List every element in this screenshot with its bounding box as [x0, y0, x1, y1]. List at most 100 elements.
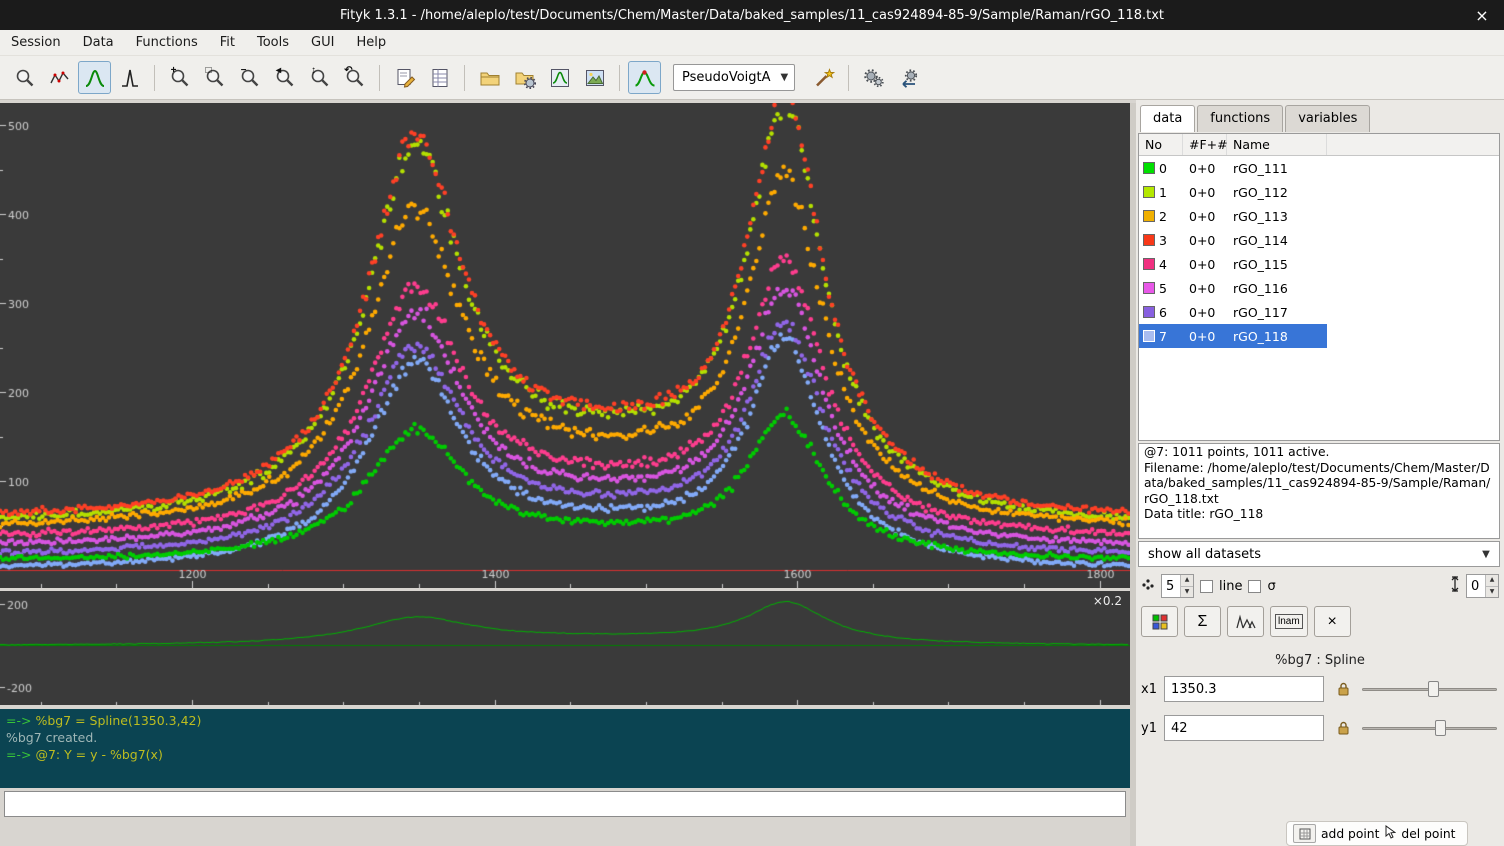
folder-gear-icon [514, 67, 536, 89]
session-log-button[interactable] [423, 61, 456, 94]
aux-scale-label: ×0.2 [1093, 594, 1122, 608]
zoom-out-button[interactable]: − [233, 61, 266, 94]
lock-icon[interactable] [1331, 716, 1355, 740]
plot-hint-bar: add point del point [1286, 821, 1468, 846]
sigma-checkbox[interactable] [1248, 580, 1261, 593]
line-checkbox[interactable] [1200, 580, 1213, 593]
zoom-vertical-button[interactable]: ↕ [303, 61, 336, 94]
point-size-spinner[interactable]: ▲▼ [1161, 574, 1194, 598]
open-file-button[interactable] [473, 61, 506, 94]
menu-session[interactable]: Session [0, 30, 72, 55]
function-panel-title: %bg7 : Spline [1136, 653, 1504, 668]
dataset-number: 5 [1159, 281, 1167, 296]
dataset-color-swatch[interactable] [1143, 306, 1155, 318]
session-script-button[interactable] [388, 61, 421, 94]
show-names-button[interactable]: lnam [1270, 606, 1308, 637]
dataset-row-rGO_118[interactable]: 70+0rGO_118 [1139, 324, 1499, 348]
zoom-in-button[interactable]: + [163, 61, 196, 94]
zoom-mode-button[interactable] [8, 61, 41, 94]
execute-script-button[interactable] [508, 61, 541, 94]
dataset-color-swatch[interactable] [1143, 282, 1155, 294]
param-y1-slider[interactable] [1362, 719, 1499, 737]
shift-input[interactable] [1467, 575, 1485, 597]
zoom-box-button[interactable]: □ [198, 61, 231, 94]
run-fit-button[interactable] [857, 61, 890, 94]
menu-fit[interactable]: Fit [209, 30, 246, 55]
zoom-left-button[interactable]: ◂ [268, 61, 301, 94]
dataset-row-rGO_116[interactable]: 50+0rGO_116 [1139, 276, 1499, 300]
dataset-row-rGO_113[interactable]: 20+0rGO_113 [1139, 204, 1499, 228]
activate-point-mode-button[interactable] [113, 61, 146, 94]
dataset-color-swatch[interactable] [1143, 210, 1155, 222]
param-row-x1: x1 [1141, 675, 1499, 703]
dataset-color-swatch[interactable] [1143, 186, 1155, 198]
add-peak-mode-button[interactable] [78, 61, 111, 94]
dataset-color-swatch[interactable] [1143, 162, 1155, 174]
main-plot-canvas[interactable] [0, 103, 1130, 588]
menu-tools[interactable]: Tools [246, 30, 300, 55]
folder-icon [479, 67, 501, 89]
tab-variables[interactable]: variables [1285, 105, 1370, 132]
dataset-color-swatch[interactable] [1143, 258, 1155, 270]
dataset-name: rGO_113 [1227, 204, 1327, 228]
statistics-button[interactable]: Σ [1184, 606, 1221, 637]
chevron-down-icon: ▼ [1473, 549, 1499, 560]
tab-data[interactable]: data [1140, 105, 1195, 132]
dataset-filter-dropdown[interactable]: show all datasets ▼ [1138, 541, 1500, 567]
param-y1-input[interactable] [1164, 715, 1324, 741]
function-type-dropdown[interactable]: PseudoVoigtA▼ [673, 64, 795, 91]
point-size-input[interactable] [1162, 575, 1180, 597]
delete-button[interactable]: × [1314, 606, 1351, 637]
plot-options-row: ▲▼ line σ ▲▼ [1141, 573, 1499, 599]
param-x1-input[interactable] [1164, 676, 1324, 702]
save-curve-icon [549, 67, 571, 89]
dataset-table-header: No #F+# Name [1139, 134, 1499, 156]
shift-spinner[interactable]: ▲▼ [1466, 574, 1499, 598]
define-function-button[interactable] [807, 61, 840, 94]
dataset-row-rGO_112[interactable]: 10+0rGO_112 [1139, 180, 1499, 204]
dataset-func-count: 0+0 [1183, 324, 1227, 348]
window-title: Fityk 1.3.1 - /home/aleplo/test/Document… [340, 8, 1164, 23]
dataset-number: 1 [1159, 185, 1167, 200]
menu-gui[interactable]: GUI [300, 30, 345, 55]
tab-functions[interactable]: functions [1197, 105, 1283, 132]
close-button[interactable]: × [1470, 0, 1494, 30]
menu-data[interactable]: Data [72, 30, 125, 55]
dataset-colors-button[interactable] [1141, 606, 1178, 637]
auto-add-peak-button[interactable] [628, 61, 661, 94]
export-image-button[interactable] [578, 61, 611, 94]
undo-fit-button[interactable] [892, 61, 925, 94]
export-data-button[interactable] [543, 61, 576, 94]
lock-icon[interactable] [1331, 677, 1355, 701]
dataset-color-swatch[interactable] [1143, 234, 1155, 246]
zoom-previous-button[interactable]: ↶ [338, 61, 371, 94]
dataset-func-count: 0+0 [1183, 156, 1227, 180]
main-plot-area[interactable] [0, 103, 1130, 588]
aux-plot-area[interactable]: ×0.2 [0, 591, 1130, 705]
wand-icon [813, 67, 835, 89]
peak-sharp-icon [119, 67, 141, 89]
command-input[interactable] [4, 791, 1126, 817]
dataset-color-swatch[interactable] [1143, 330, 1155, 342]
data-range-mode-button[interactable] [43, 61, 76, 94]
slider-thumb[interactable] [1435, 720, 1446, 736]
aux-plot-canvas[interactable] [0, 591, 1130, 705]
spinner-arrows[interactable]: ▲▼ [1180, 575, 1193, 597]
dataset-row-rGO_117[interactable]: 60+0rGO_117 [1139, 300, 1499, 324]
menu-functions[interactable]: Functions [125, 30, 209, 55]
slider-thumb[interactable] [1428, 681, 1439, 697]
dataset-name: rGO_117 [1227, 300, 1327, 324]
dataset-row-rGO_115[interactable]: 40+0rGO_115 [1139, 252, 1499, 276]
spinner-arrows[interactable]: ▲▼ [1485, 575, 1498, 597]
toolbar-separator [619, 65, 620, 91]
dataset-row-rGO_111[interactable]: 00+0rGO_111 [1139, 156, 1499, 180]
menu-help[interactable]: Help [345, 30, 397, 55]
toolbar-separator [464, 65, 465, 91]
functions-list-button[interactable] [1227, 606, 1264, 637]
line-label: line [1219, 579, 1242, 594]
grid-toggle-button[interactable] [1293, 824, 1316, 843]
param-x1-slider[interactable] [1362, 680, 1499, 698]
dataset-func-count: 0+0 [1183, 228, 1227, 252]
dataset-number: 7 [1159, 329, 1167, 344]
dataset-row-rGO_114[interactable]: 30+0rGO_114 [1139, 228, 1499, 252]
